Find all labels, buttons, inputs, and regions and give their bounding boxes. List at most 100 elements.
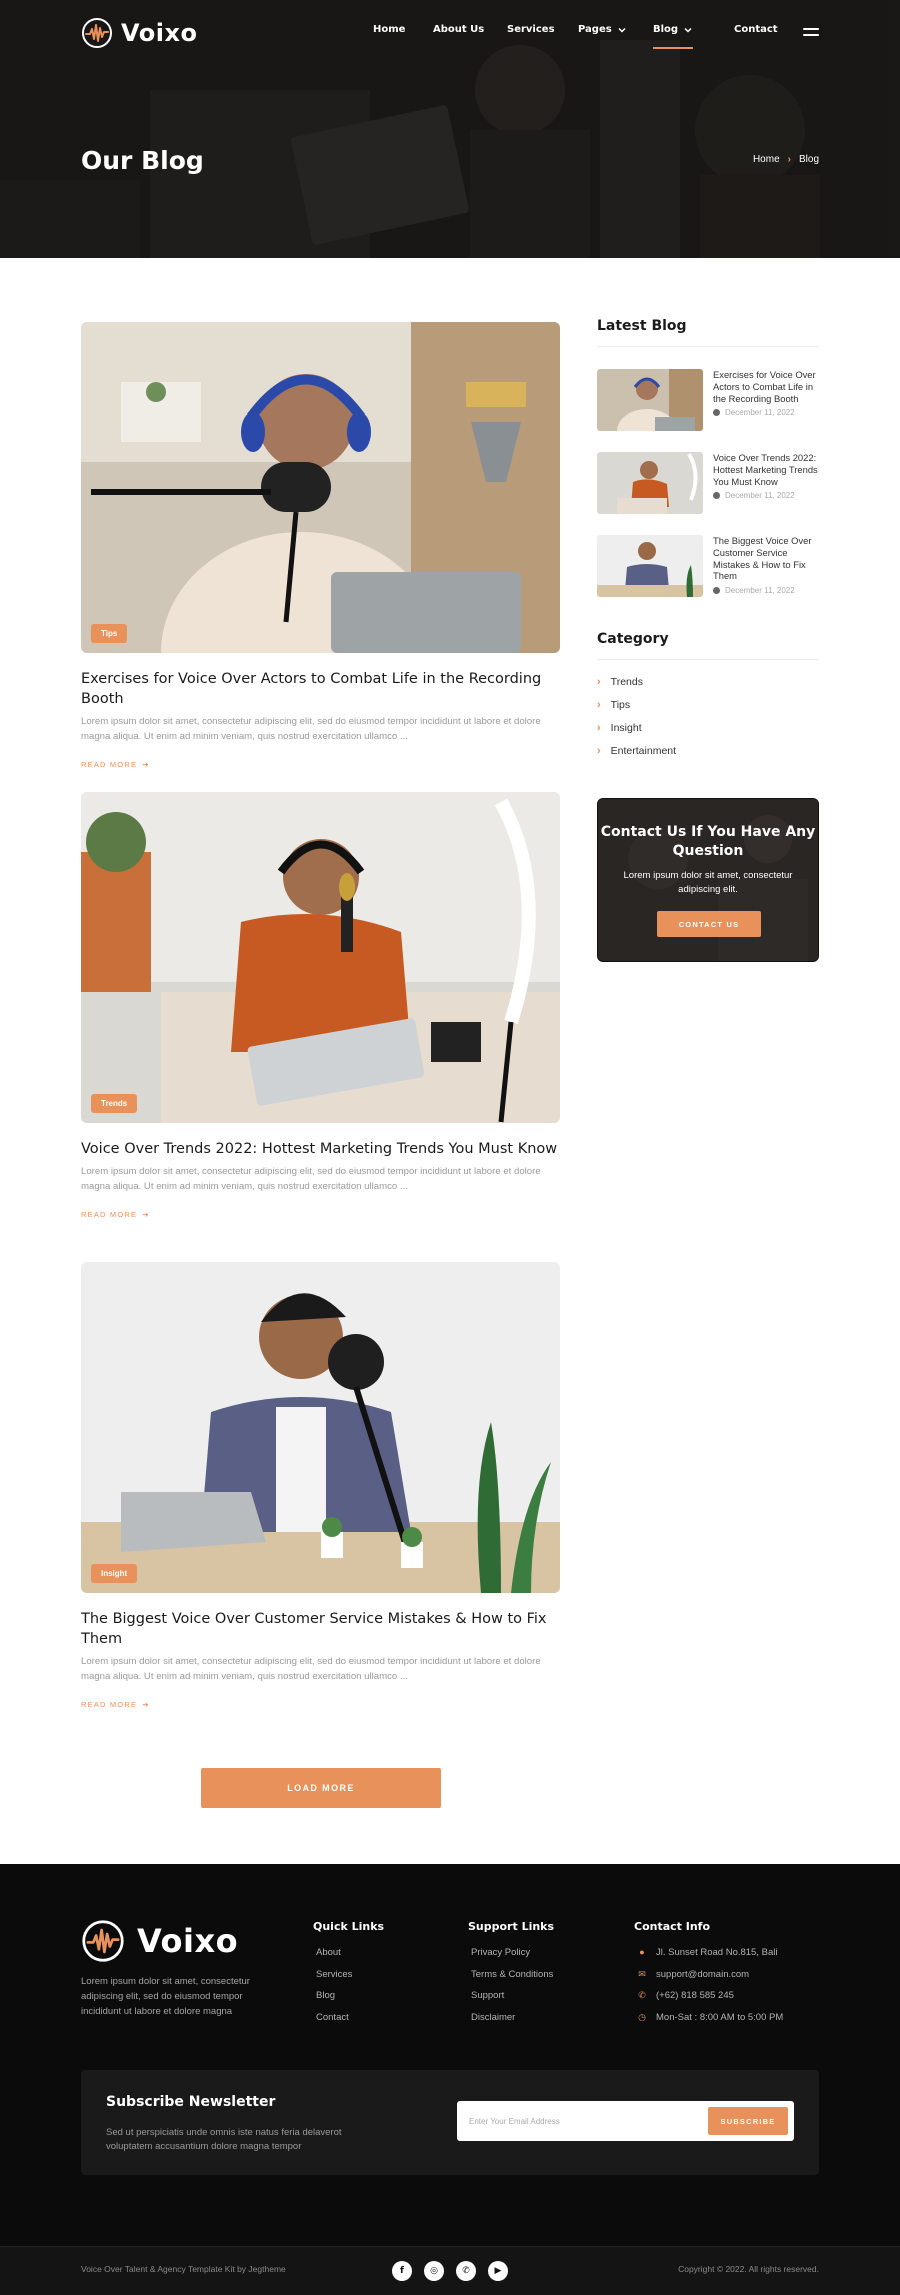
footer-logo[interactable]: Voixo (81, 1919, 238, 1963)
blog-post-card: Insight The Biggest Voice Over Customer … (81, 1262, 560, 1711)
read-more-link[interactable]: READ MORE ➔ (81, 760, 150, 769)
subscribe-button[interactable]: SUBSCRIBE (708, 2107, 788, 2135)
post-title[interactable]: Voice Over Trends 2022: Hottest Marketin… (81, 1139, 560, 1159)
post-title[interactable]: Exercises for Voice Over Actors to Comba… (81, 669, 560, 709)
blog-post-card: Tips Exercises for Voice Over Actors to … (81, 322, 560, 771)
footer-link[interactable]: Blog (316, 1990, 384, 2012)
blog-content: Tips Exercises for Voice Over Actors to … (0, 258, 900, 1864)
latest-blog-date: December 11, 2022 (713, 408, 819, 417)
category-item[interactable]: › Insight (597, 716, 819, 739)
footer-link[interactable]: Terms & Conditions (471, 1969, 554, 1991)
latest-blog-title[interactable]: Voice Over Trends 2022: Hottest Marketin… (713, 452, 819, 487)
latest-blog-item[interactable]: Voice Over Trends 2022: Hottest Marketin… (597, 452, 819, 514)
footer-link[interactable]: Services (316, 1969, 384, 1991)
footer-link[interactable]: Disclaimer (471, 2012, 554, 2034)
facebook-icon[interactable]: f (392, 2261, 412, 2281)
contact-info-item[interactable]: ✆ (+62) 818 585 245 (637, 1990, 783, 2012)
post-tag[interactable]: Trends (91, 1094, 138, 1113)
load-more-button[interactable]: LOAD MORE (201, 1768, 441, 1808)
latest-blog-title[interactable]: The Biggest Voice Over Customer Service … (713, 535, 819, 582)
map-pin-icon: ● (639, 1947, 645, 1957)
hamburger-menu-icon[interactable] (803, 28, 819, 38)
contact-card-text: Lorem ipsum dolor sit amet, consectetur … (623, 870, 793, 895)
newsletter-box: Subscribe Newsletter Sed ut perspiciatis… (81, 2070, 819, 2175)
category-list: › Trends › Tips › Insight › Entertainment (597, 670, 819, 762)
category-item[interactable]: › Tips (597, 693, 819, 716)
nav-item-blog[interactable]: Blog (653, 24, 693, 49)
instagram-icon[interactable]: ◎ (424, 2261, 444, 2281)
breadcrumb-home[interactable]: Home (753, 154, 780, 165)
latest-blog-thumbnail[interactable] (597, 452, 703, 514)
post-image[interactable]: Tips (81, 322, 560, 653)
footer-link[interactable]: Privacy Policy (471, 1947, 554, 1969)
sidebar: Latest Blog Exercises for Voice Over Act… (597, 318, 819, 762)
chevron-right-icon: › (597, 744, 601, 757)
quick-links-heading: Quick Links (313, 1920, 385, 1933)
read-more-link[interactable]: READ MORE ➔ (81, 1700, 150, 1709)
youtube-icon[interactable]: ▶ (488, 2261, 508, 2281)
footer-bottom-bar: Voice Over Talent & Agency Template Kit … (0, 2246, 900, 2295)
support-links-heading: Support Links (468, 1920, 555, 1933)
latest-blog-date: December 11, 2022 (713, 491, 819, 500)
clock-icon (713, 492, 720, 500)
footer-link[interactable]: Contact (316, 2012, 384, 2034)
post-title[interactable]: The Biggest Voice Over Customer Service … (81, 1609, 560, 1649)
post-tag[interactable]: Tips (91, 624, 128, 643)
nav-item-home[interactable]: Home (373, 24, 405, 35)
logo-text: Voixo (121, 19, 198, 47)
footer-link[interactable]: About (316, 1947, 384, 1969)
nav-item-contact[interactable]: Contact (734, 24, 778, 35)
quick-links-column: Quick Links About Services Blog Contact (313, 1920, 384, 2033)
contact-info-item: ● Jl. Sunset Road No.815, Bali (637, 1947, 783, 1969)
category-heading: Category (597, 631, 819, 660)
site-logo[interactable]: Voixo (81, 17, 197, 49)
category-item[interactable]: › Trends (597, 670, 819, 693)
post-excerpt: Lorem ipsum dolor sit amet, consectetur … (81, 1166, 541, 1192)
footer-link[interactable]: Support (471, 1990, 554, 2012)
copyright-text: Copyright © 2022. All rights reserved. (678, 2264, 819, 2274)
blog-post-card: Trends Voice Over Trends 2022: Hottest M… (81, 792, 560, 1221)
breadcrumb-separator-icon: › (787, 154, 791, 165)
whatsapp-icon[interactable]: ✆ (456, 2261, 476, 2281)
contact-info-item: ◷ Mon-Sat : 8:00 AM to 5:00 PM (638, 2011, 784, 2023)
post-image[interactable]: Trends (81, 792, 560, 1123)
nav-active-indicator (653, 47, 693, 49)
newsletter-form: SUBSCRIBE (457, 2101, 794, 2141)
logo-text: Voixo (137, 1922, 239, 1960)
social-links: f ◎ ✆ ▶ (392, 2261, 508, 2281)
latest-blog-thumbnail[interactable] (597, 369, 703, 431)
nav-item-about-us[interactable]: About Us (433, 24, 484, 35)
phone-icon: ✆ (638, 1990, 646, 2000)
clock-icon: ◷ (638, 2011, 646, 2022)
latest-blog-thumbnail[interactable] (597, 535, 703, 597)
mail-icon: ✉ (638, 1968, 646, 1979)
latest-blog-item[interactable]: Exercises for Voice Over Actors to Comba… (597, 369, 819, 431)
arrow-right-icon: ➔ (142, 1700, 150, 1709)
latest-blog-title[interactable]: Exercises for Voice Over Actors to Comba… (713, 369, 819, 404)
latest-blog-item[interactable]: The Biggest Voice Over Customer Service … (597, 535, 819, 597)
post-image[interactable]: Insight (81, 1262, 560, 1593)
contact-us-button[interactable]: CONTACT US (657, 911, 761, 937)
post-excerpt: Lorem ipsum dolor sit amet, consectetur … (81, 1656, 541, 1682)
chevron-right-icon: › (597, 721, 601, 734)
footer-about-text: Lorem ipsum dolor sit amet, consectetur … (81, 1976, 250, 2017)
support-links-column: Support Links Privacy Policy Terms & Con… (468, 1920, 554, 2033)
contact-info-heading: Contact Info (634, 1920, 711, 1933)
footer-credit: Voice Over Talent & Agency Template Kit … (81, 2264, 286, 2274)
post-tag[interactable]: Insight (91, 1564, 138, 1583)
nav-item-services[interactable]: Services (507, 24, 555, 35)
contact-cta-card: Contact Us If You Have Any Question Lore… (597, 798, 819, 962)
clock-icon (713, 409, 720, 417)
arrow-right-icon: ➔ (142, 1210, 150, 1219)
read-more-link[interactable]: READ MORE ➔ (81, 1210, 150, 1219)
clock-icon (713, 587, 720, 595)
breadcrumb: Home › Blog (753, 154, 819, 165)
newsletter-email-input[interactable] (469, 2111, 689, 2131)
arrow-right-icon: ➔ (142, 760, 150, 769)
page-hero: Voixo Home About Us Services Pages Blog … (0, 0, 900, 258)
latest-blog-heading: Latest Blog (597, 318, 819, 347)
nav-item-pages[interactable]: Pages (578, 24, 627, 35)
main-navigation: Voixo Home About Us Services Pages Blog … (81, 17, 819, 49)
contact-info-item[interactable]: ✉ support@domain.com (637, 1969, 783, 1991)
category-item[interactable]: › Entertainment (597, 739, 819, 762)
